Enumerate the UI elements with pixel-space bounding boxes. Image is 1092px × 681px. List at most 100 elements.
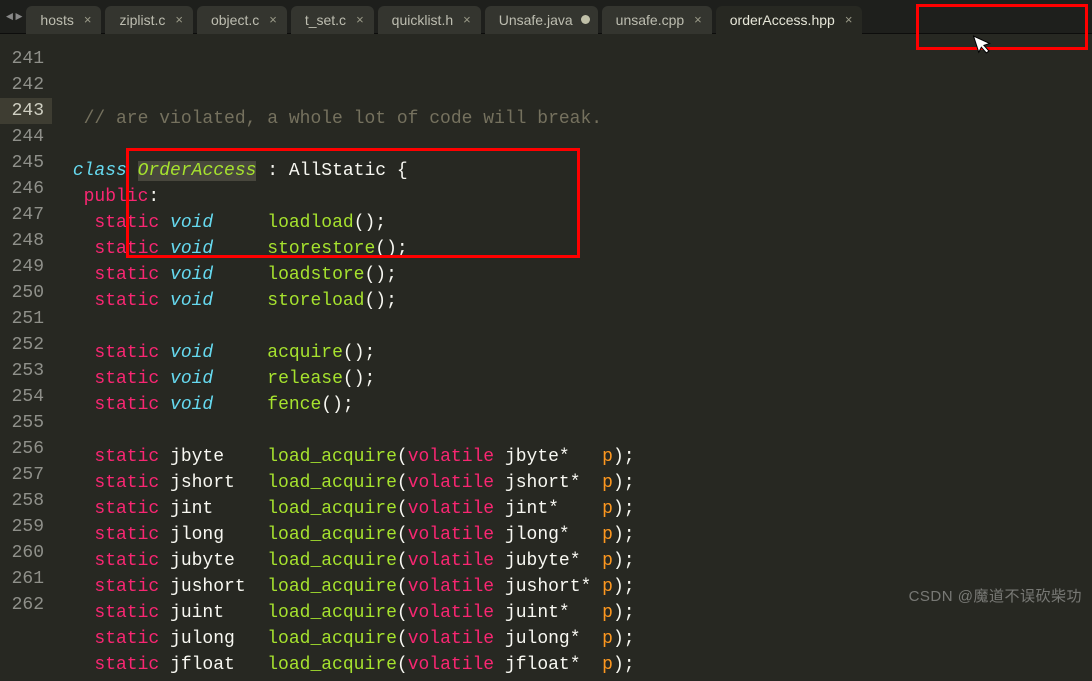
line-number: 249	[0, 254, 52, 280]
code-token: static	[94, 213, 159, 233]
code-token: load_acquire	[267, 499, 397, 519]
code-line[interactable]: static jlong load_acquire(volatile jlong…	[52, 522, 1092, 548]
code-token: p	[602, 551, 613, 571]
code-token: (	[397, 629, 408, 649]
tab-ziplist-c[interactable]: ziplist.c×	[105, 6, 193, 34]
code-token: p	[602, 447, 613, 467]
code-token: void	[170, 213, 213, 233]
code-token	[62, 447, 94, 467]
code-token: static	[94, 603, 159, 623]
line-number: 252	[0, 332, 52, 358]
code-token: ();	[354, 213, 386, 233]
close-icon[interactable]: ×	[692, 12, 704, 27]
close-icon[interactable]: ×	[173, 12, 185, 27]
close-icon[interactable]: ×	[461, 12, 473, 27]
code-line[interactable]: static jint load_acquire(volatile jint* …	[52, 496, 1092, 522]
code-token: void	[170, 239, 213, 259]
code-token: static	[94, 525, 159, 545]
tab-nav-right-icon[interactable]: ►	[15, 10, 22, 24]
tab-object-c[interactable]: object.c×	[197, 6, 287, 34]
code-token: acquire	[267, 343, 343, 363]
code-token: void	[170, 291, 213, 311]
code-token	[213, 369, 267, 389]
code-line[interactable]: static jubyte load_acquire(volatile juby…	[52, 548, 1092, 574]
code-token	[62, 421, 73, 441]
line-number: 245	[0, 150, 52, 176]
line-number: 242	[0, 72, 52, 98]
line-number: 258	[0, 488, 52, 514]
code-token	[62, 577, 94, 597]
tab-quicklist-h[interactable]: quicklist.h×	[378, 6, 481, 34]
code-token: p	[602, 655, 613, 675]
tab-unsafe-java[interactable]: Unsafe.java	[485, 6, 598, 34]
code-token: :	[256, 161, 288, 181]
code-token	[62, 187, 84, 207]
code-token	[62, 525, 94, 545]
code-token: static	[94, 291, 159, 311]
code-line[interactable]	[52, 314, 1092, 340]
code-token: juint*	[494, 603, 602, 623]
code-line[interactable]: class OrderAccess : AllStatic {	[52, 158, 1092, 184]
code-token	[159, 265, 170, 285]
code-token: release	[267, 369, 343, 389]
code-token: ();	[364, 265, 396, 285]
code-token	[127, 161, 138, 181]
code-line[interactable]: static jushort load_acquire(volatile jus…	[52, 574, 1092, 600]
code-token: void	[170, 265, 213, 285]
close-icon[interactable]: ×	[82, 12, 94, 27]
close-icon[interactable]: ×	[354, 12, 366, 27]
code-token: :	[148, 187, 159, 207]
code-token: jfloat	[159, 655, 267, 675]
code-line[interactable]	[52, 418, 1092, 444]
code-line[interactable]: // are violated, a whole lot of code wil…	[52, 106, 1092, 132]
code-token	[213, 213, 267, 233]
code-line[interactable]: static void release();	[52, 366, 1092, 392]
tab-unsafe-cpp[interactable]: unsafe.cpp×	[602, 6, 712, 34]
code-line[interactable]	[52, 132, 1092, 158]
line-number: 251	[0, 306, 52, 332]
code-line[interactable]: static julong load_acquire(volatile julo…	[52, 626, 1092, 652]
code-token: p	[602, 525, 613, 545]
code-line[interactable]: static void storestore();	[52, 236, 1092, 262]
code-token	[159, 369, 170, 389]
code-line[interactable]: static void loadstore();	[52, 262, 1092, 288]
close-icon[interactable]: ×	[843, 12, 855, 27]
code-token: ();	[321, 395, 353, 415]
code-token: );	[613, 447, 635, 467]
editor-viewport[interactable]: 2412422432442452462472482492502512522532…	[0, 34, 1092, 612]
code-token: {	[386, 161, 408, 181]
code-line[interactable]: static jfloat load_acquire(volatile jflo…	[52, 652, 1092, 678]
code-token: );	[613, 603, 635, 623]
code-token: );	[613, 629, 635, 649]
code-token: static	[94, 369, 159, 389]
dirty-dot-icon	[581, 15, 590, 24]
code-token	[62, 499, 94, 519]
code-token: jbyte	[159, 447, 267, 467]
code-token: volatile	[408, 551, 494, 571]
code-token: AllStatic	[289, 161, 386, 181]
code-token: volatile	[408, 447, 494, 467]
code-line[interactable]: static jshort load_acquire(volatile jsho…	[52, 470, 1092, 496]
code-area[interactable]: // are violated, a whole lot of code wil…	[52, 34, 1092, 612]
code-token: p	[602, 603, 613, 623]
code-token: );	[613, 499, 635, 519]
code-token: );	[613, 473, 635, 493]
code-line[interactable]: static void fence();	[52, 392, 1092, 418]
code-token: load_acquire	[267, 473, 397, 493]
code-token: jlong*	[494, 525, 602, 545]
code-line[interactable]: public:	[52, 184, 1092, 210]
line-number: 254	[0, 384, 52, 410]
close-icon[interactable]: ×	[267, 12, 279, 27]
code-line[interactable]: static juint load_acquire(volatile juint…	[52, 600, 1092, 626]
code-token: loadload	[267, 213, 353, 233]
code-line[interactable]: static void storeload();	[52, 288, 1092, 314]
tab-nav-left-icon[interactable]: ◄	[6, 10, 13, 24]
code-line[interactable]: static void loadload();	[52, 210, 1092, 236]
code-line[interactable]: static void acquire();	[52, 340, 1092, 366]
code-line[interactable]: static jbyte load_acquire(volatile jbyte…	[52, 444, 1092, 470]
tab-orderaccess-hpp[interactable]: orderAccess.hpp×	[716, 6, 863, 34]
code-token	[159, 239, 170, 259]
line-number-gutter: 2412422432442452462472482492502512522532…	[0, 34, 52, 612]
tab-t_set-c[interactable]: t_set.c×	[291, 6, 374, 34]
tab-hosts[interactable]: hosts×	[26, 6, 101, 34]
